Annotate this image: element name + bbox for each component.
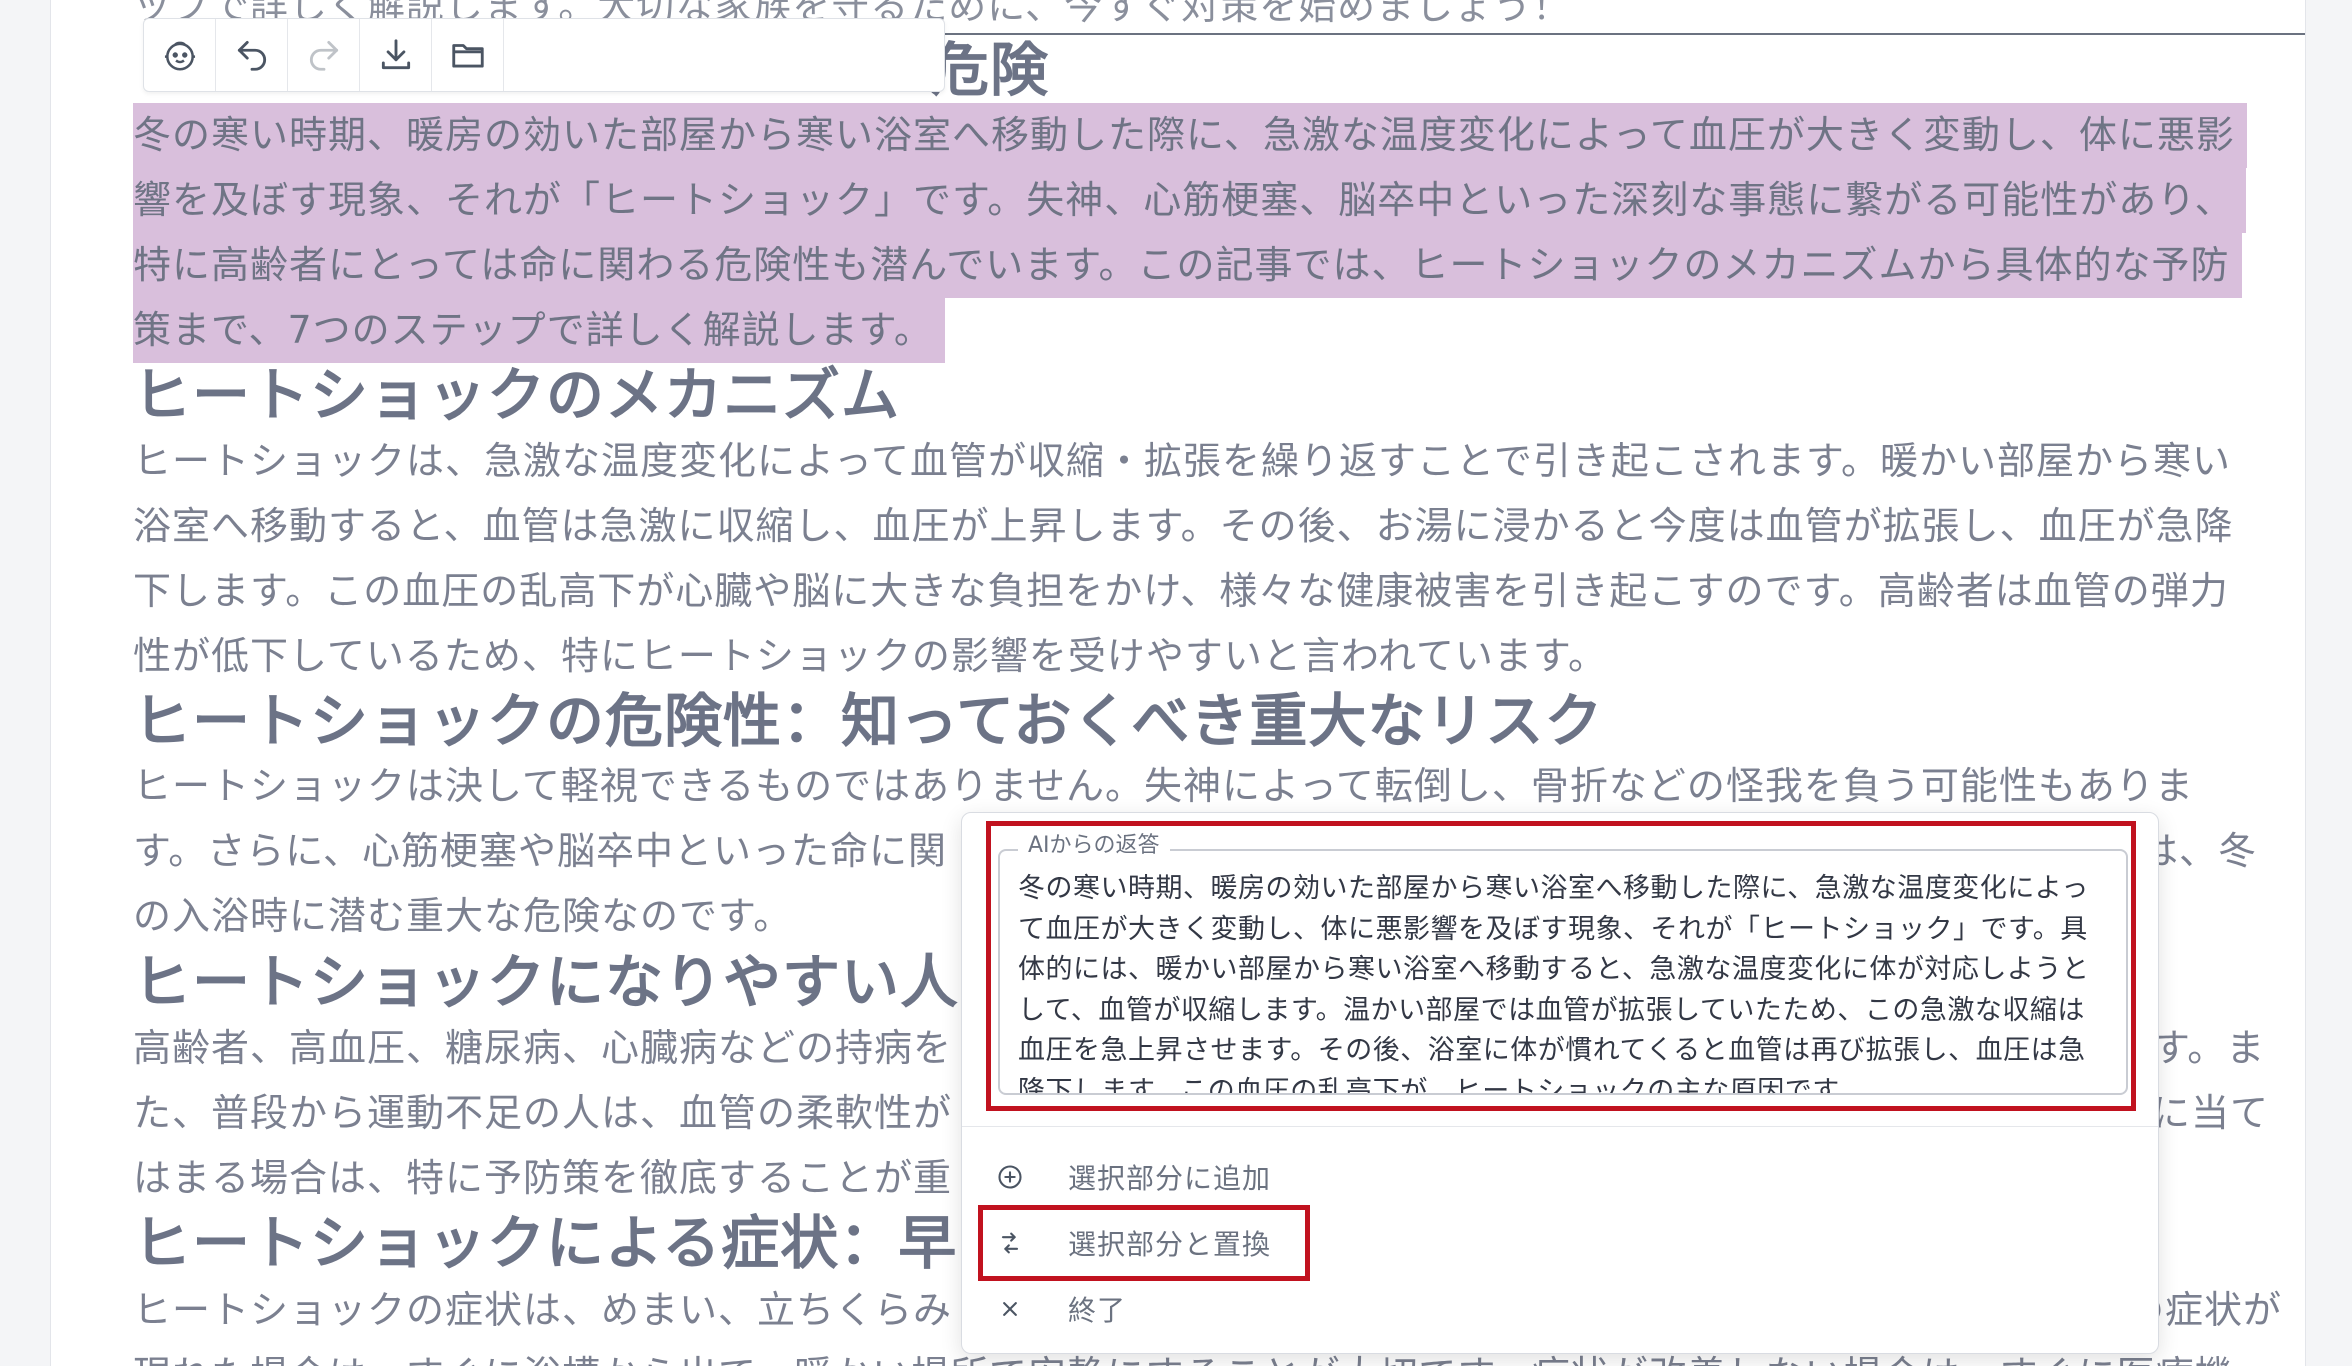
heading-text: ヒートショックの危険性：知っておくべき重大なリスク bbox=[133, 687, 1604, 755]
text-line: 浴室へ移動すると、血管は急激に収縮し、血圧が上昇します。その後、お湯に浸かると今… bbox=[133, 504, 2234, 548]
baby-face-icon bbox=[164, 41, 195, 71]
close-icon bbox=[980, 1295, 1040, 1323]
download-button[interactable] bbox=[360, 19, 432, 91]
selected-line-1: 冬の寒い時期、暖房の効いた部屋から寒い浴室へ移動した際に、急激な温度変化によって… bbox=[133, 103, 2247, 168]
editor-toolbar bbox=[143, 18, 945, 92]
menu-label-close: 終了 bbox=[1068, 1294, 1127, 1327]
undo-button[interactable] bbox=[216, 19, 288, 91]
heading-text: ヒートショックになりやすい人 bbox=[133, 948, 960, 1016]
folder-icon bbox=[451, 44, 484, 68]
text-line: 下します。この血圧の乱高下が心臓や脳に大きな負担をかけ、様々な健康被害を引き起こ… bbox=[133, 569, 2229, 613]
redo-icon bbox=[309, 40, 338, 71]
selected-line-4: 策まで、7つのステップで詳しく解説します。 bbox=[133, 298, 945, 363]
section-heading-mechanism: ヒートショックのメカニズム bbox=[133, 355, 900, 435]
paragraph-mechanism: ヒートショックは、急激な温度変化によって血管が収縮・拡張を繰り返すことで引き起こ… bbox=[133, 429, 2305, 689]
editor-page: ップで詳しく解説します。大切な家族を守るために、今すぐ対策を始めましょう！ 危険… bbox=[50, 0, 2306, 1366]
ai-response-legend: AIからの返答 bbox=[1018, 831, 1170, 861]
menu-label-add: 選択部分に追加 bbox=[1068, 1162, 1272, 1195]
plus-circle-icon bbox=[980, 1163, 1040, 1191]
ai-response-popup: AIからの返答 冬の寒い時期、暖房の効いた部屋から寒い浴室へ移動した際に、急激な… bbox=[961, 812, 2159, 1354]
heading-text: ヒートショックによる症状：早 bbox=[133, 1209, 958, 1277]
menu-close[interactable]: 終了 bbox=[962, 1279, 2158, 1339]
selected-paragraph[interactable]: 冬の寒い時期、暖房の効いた部屋から寒い浴室へ移動した際に、急激な温度変化によって… bbox=[133, 103, 2305, 363]
heading-text: 危険 bbox=[931, 36, 1050, 104]
menu-add-to-selection[interactable]: 選択部分に追加 bbox=[962, 1147, 2158, 1207]
download-icon bbox=[381, 39, 410, 70]
redo-button[interactable] bbox=[288, 19, 360, 91]
text-line: ヒートショックは決して軽視できるものではありません。失神によって転倒し、骨折など… bbox=[133, 764, 2194, 808]
replace-annotation-box bbox=[978, 1205, 1310, 1281]
section-heading-1: 危険 bbox=[931, 30, 1049, 110]
text-line: ヒートショックは、急激な温度変化によって血管が収縮・拡張を繰り返すことで引き起こ… bbox=[133, 439, 2232, 483]
section-heading-risk: ヒートショックの危険性：知っておくべき重大なリスク bbox=[133, 681, 1603, 761]
section-heading-symptoms: ヒートショックによる症状：早 bbox=[133, 1203, 957, 1283]
selected-line-3: 特に高齢者にとっては命に関わる危険性も潜んでいます。この記事では、ヒートショック… bbox=[133, 233, 2242, 298]
open-folder-button[interactable] bbox=[432, 19, 504, 91]
undo-icon bbox=[237, 40, 266, 71]
section-heading-prone: ヒートショックになりやすい人 bbox=[133, 942, 959, 1022]
ai-response-text[interactable]: 冬の寒い時期、暖房の効いた部屋から寒い浴室へ移動した際に、急激な温度変化によって… bbox=[1018, 869, 2108, 1093]
selected-line-2: 響を及ぼす現象、それが「ヒートショック」です。失神、心筋梗塞、脳卒中といった深刻… bbox=[133, 168, 2246, 233]
heading-text: ヒートショックのメカニズム bbox=[133, 361, 901, 429]
text-line: 性が低下しているため、特にヒートショックの影響を受けやすいと言われています。 bbox=[133, 634, 1608, 678]
popup-divider bbox=[962, 1126, 2158, 1127]
ai-assistant-button[interactable] bbox=[144, 19, 216, 91]
